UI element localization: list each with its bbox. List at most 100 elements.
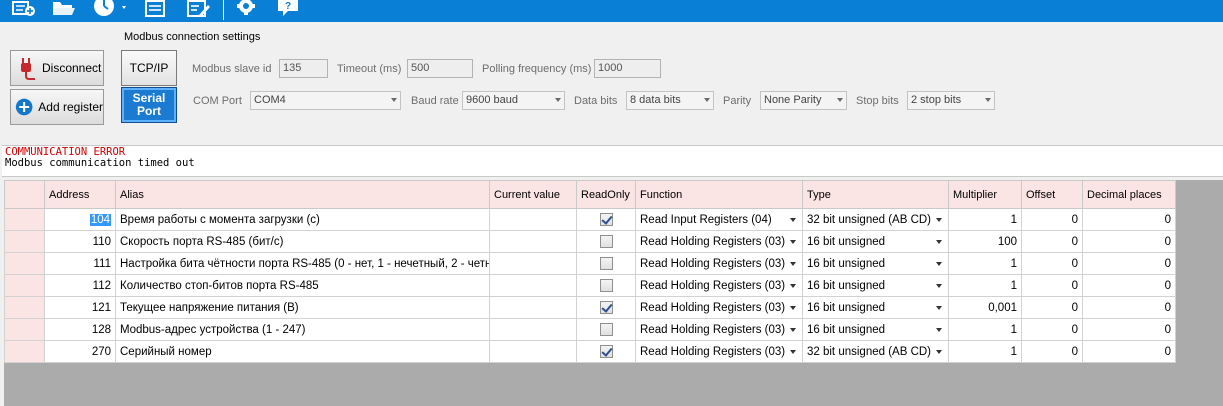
- offset-cell[interactable]: 0: [1021, 318, 1083, 341]
- stop-bits-select[interactable]: 2 stop bits: [907, 91, 995, 110]
- offset-cell[interactable]: 0: [1021, 296, 1083, 319]
- table-row[interactable]: 112 Количество стоп-битов порта RS-485 Rea…: [4, 274, 1176, 297]
- multiplier-cell[interactable]: 1: [948, 318, 1022, 341]
- new-register-list-icon[interactable]: [12, 0, 36, 17]
- edit-save-icon[interactable]: [186, 0, 210, 17]
- col-multiplier-header[interactable]: Multiplier: [948, 180, 1022, 209]
- slave-id-input[interactable]: 135: [279, 59, 328, 78]
- polling-frequency-input[interactable]: 1000: [594, 59, 661, 78]
- type-cell[interactable]: 16 bit unsigned: [802, 296, 949, 319]
- settings-icon[interactable]: [234, 0, 258, 17]
- decimal-places-cell[interactable]: 0: [1082, 296, 1176, 319]
- type-cell[interactable]: 16 bit unsigned: [802, 252, 949, 275]
- address-cell[interactable]: 270: [44, 340, 116, 363]
- help-icon[interactable]: ?: [276, 0, 300, 17]
- row-header-cell[interactable]: [4, 296, 45, 319]
- type-cell[interactable]: 32 bit unsigned (AB CD): [802, 340, 949, 363]
- readonly-checkbox[interactable]: [599, 301, 613, 314]
- readonly-checkbox[interactable]: [599, 257, 613, 270]
- function-cell[interactable]: Read Holding Registers (03): [635, 252, 803, 275]
- readonly-checkbox[interactable]: [599, 345, 613, 358]
- tcp-ip-button[interactable]: TCP/IP: [121, 50, 177, 86]
- row-header-cell[interactable]: [4, 318, 45, 341]
- com-port-select[interactable]: COM4: [250, 91, 401, 110]
- col-address-header[interactable]: Address: [44, 180, 116, 209]
- multiplier-cell[interactable]: 0,001: [948, 296, 1022, 319]
- alias-cell[interactable]: Количество стоп-битов порта RS-485: [115, 274, 490, 297]
- decimal-places-cell[interactable]: 0: [1082, 230, 1176, 253]
- save-icon[interactable]: [144, 0, 166, 17]
- address-cell[interactable]: 128: [44, 318, 116, 341]
- offset-cell[interactable]: 0: [1021, 274, 1083, 297]
- address-cell[interactable]: 121: [44, 296, 116, 319]
- alias-cell[interactable]: Серийный номер: [115, 340, 490, 363]
- type-cell[interactable]: 16 bit unsigned: [802, 274, 949, 297]
- multiplier-cell[interactable]: 1: [948, 274, 1022, 297]
- alias-cell[interactable]: Настройка бита чётности порта RS-485 (0 …: [115, 252, 490, 275]
- col-function-header[interactable]: Function: [635, 180, 803, 209]
- function-cell[interactable]: Read Holding Registers (03): [635, 274, 803, 297]
- clock-dropdown-icon[interactable]: [92, 0, 128, 17]
- register-grid[interactable]: Address Alias Current value ReadOnly Fun…: [4, 180, 1223, 406]
- address-cell[interactable]: 110: [44, 230, 116, 253]
- open-folder-icon[interactable]: [52, 0, 76, 17]
- row-header-cell[interactable]: [4, 274, 45, 297]
- table-row[interactable]: 270 Серийный номер Read Holding Registers …: [4, 340, 1176, 363]
- col-alias-header[interactable]: Alias: [115, 180, 490, 209]
- table-row[interactable]: 121 Текущее напряжение питания (В) Read Ho…: [4, 296, 1176, 319]
- col-readonly-header[interactable]: ReadOnly: [576, 180, 636, 209]
- offset-cell[interactable]: 0: [1021, 252, 1083, 275]
- table-row[interactable]: 110 Скорость порта RS-485 (бит/с) Read Hol…: [4, 230, 1176, 253]
- function-cell[interactable]: Read Holding Registers (03): [635, 318, 803, 341]
- address-cell[interactable]: 111: [44, 252, 116, 275]
- address-cell[interactable]: 112: [44, 274, 116, 297]
- function-cell[interactable]: Read Holding Registers (03): [635, 340, 803, 363]
- function-cell[interactable]: Read Holding Registers (03): [635, 296, 803, 319]
- decimal-places-cell[interactable]: 0: [1082, 208, 1176, 231]
- communication-log[interactable]: COMMUNICATION ERROR Modbus communication…: [2, 145, 1223, 177]
- row-header-cell[interactable]: [4, 208, 45, 231]
- offset-cell[interactable]: 0: [1021, 230, 1083, 253]
- col-decimal-places-header[interactable]: Decimal places: [1082, 180, 1176, 209]
- offset-cell[interactable]: 0: [1021, 340, 1083, 363]
- multiplier-cell[interactable]: 1: [948, 340, 1022, 363]
- function-cell[interactable]: Read Holding Registers (03): [635, 230, 803, 253]
- readonly-checkbox[interactable]: [599, 213, 613, 226]
- type-cell[interactable]: 16 bit unsigned: [802, 230, 949, 253]
- table-row[interactable]: 128 Modbus-адрес устройства (1 - 247) Read…: [4, 318, 1176, 341]
- row-header-cell[interactable]: [4, 252, 45, 275]
- table-row[interactable]: 111 Настройка бита чётности порта RS-485 …: [4, 252, 1176, 275]
- disconnect-button[interactable]: Disconnect: [10, 50, 104, 86]
- baud-rate-select[interactable]: 9600 baud: [462, 91, 565, 110]
- readonly-checkbox[interactable]: [599, 279, 613, 292]
- row-header-cell[interactable]: [4, 340, 45, 363]
- decimal-places-cell[interactable]: 0: [1082, 252, 1176, 275]
- readonly-checkbox[interactable]: [599, 323, 613, 336]
- offset-cell[interactable]: 0: [1021, 208, 1083, 231]
- multiplier-cell[interactable]: 1: [948, 208, 1022, 231]
- decimal-places-cell[interactable]: 0: [1082, 318, 1176, 341]
- readonly-checkbox[interactable]: [599, 235, 613, 248]
- table-row[interactable]: 104 Время работы с момента загрузки (с) Re…: [4, 208, 1176, 231]
- data-bits-select[interactable]: 8 data bits: [626, 91, 714, 110]
- alias-cell[interactable]: Modbus-адрес устройства (1 - 247): [115, 318, 490, 341]
- col-type-header[interactable]: Type: [802, 180, 949, 209]
- alias-cell[interactable]: Текущее напряжение питания (В): [115, 296, 490, 319]
- alias-cell[interactable]: Время работы с момента загрузки (с): [115, 208, 490, 231]
- col-offset-header[interactable]: Offset: [1021, 180, 1083, 209]
- col-current-value-header[interactable]: Current value: [489, 180, 577, 209]
- timeout-input[interactable]: 500: [407, 59, 473, 78]
- type-cell[interactable]: 16 bit unsigned: [802, 318, 949, 341]
- function-cell[interactable]: Read Input Registers (04): [635, 208, 803, 231]
- serial-port-button[interactable]: Serial Port: [121, 87, 177, 123]
- decimal-places-cell[interactable]: 0: [1082, 274, 1176, 297]
- alias-cell[interactable]: Скорость порта RS-485 (бит/с): [115, 230, 490, 253]
- address-cell[interactable]: 104: [44, 208, 116, 231]
- multiplier-cell[interactable]: 1: [948, 252, 1022, 275]
- decimal-places-cell[interactable]: 0: [1082, 340, 1176, 363]
- type-cell[interactable]: 32 bit unsigned (AB CD): [802, 208, 949, 231]
- row-header-cell[interactable]: [4, 230, 45, 253]
- add-register-button[interactable]: Add register: [10, 89, 104, 125]
- parity-select[interactable]: None Parity: [760, 91, 847, 110]
- multiplier-cell[interactable]: 100: [948, 230, 1022, 253]
